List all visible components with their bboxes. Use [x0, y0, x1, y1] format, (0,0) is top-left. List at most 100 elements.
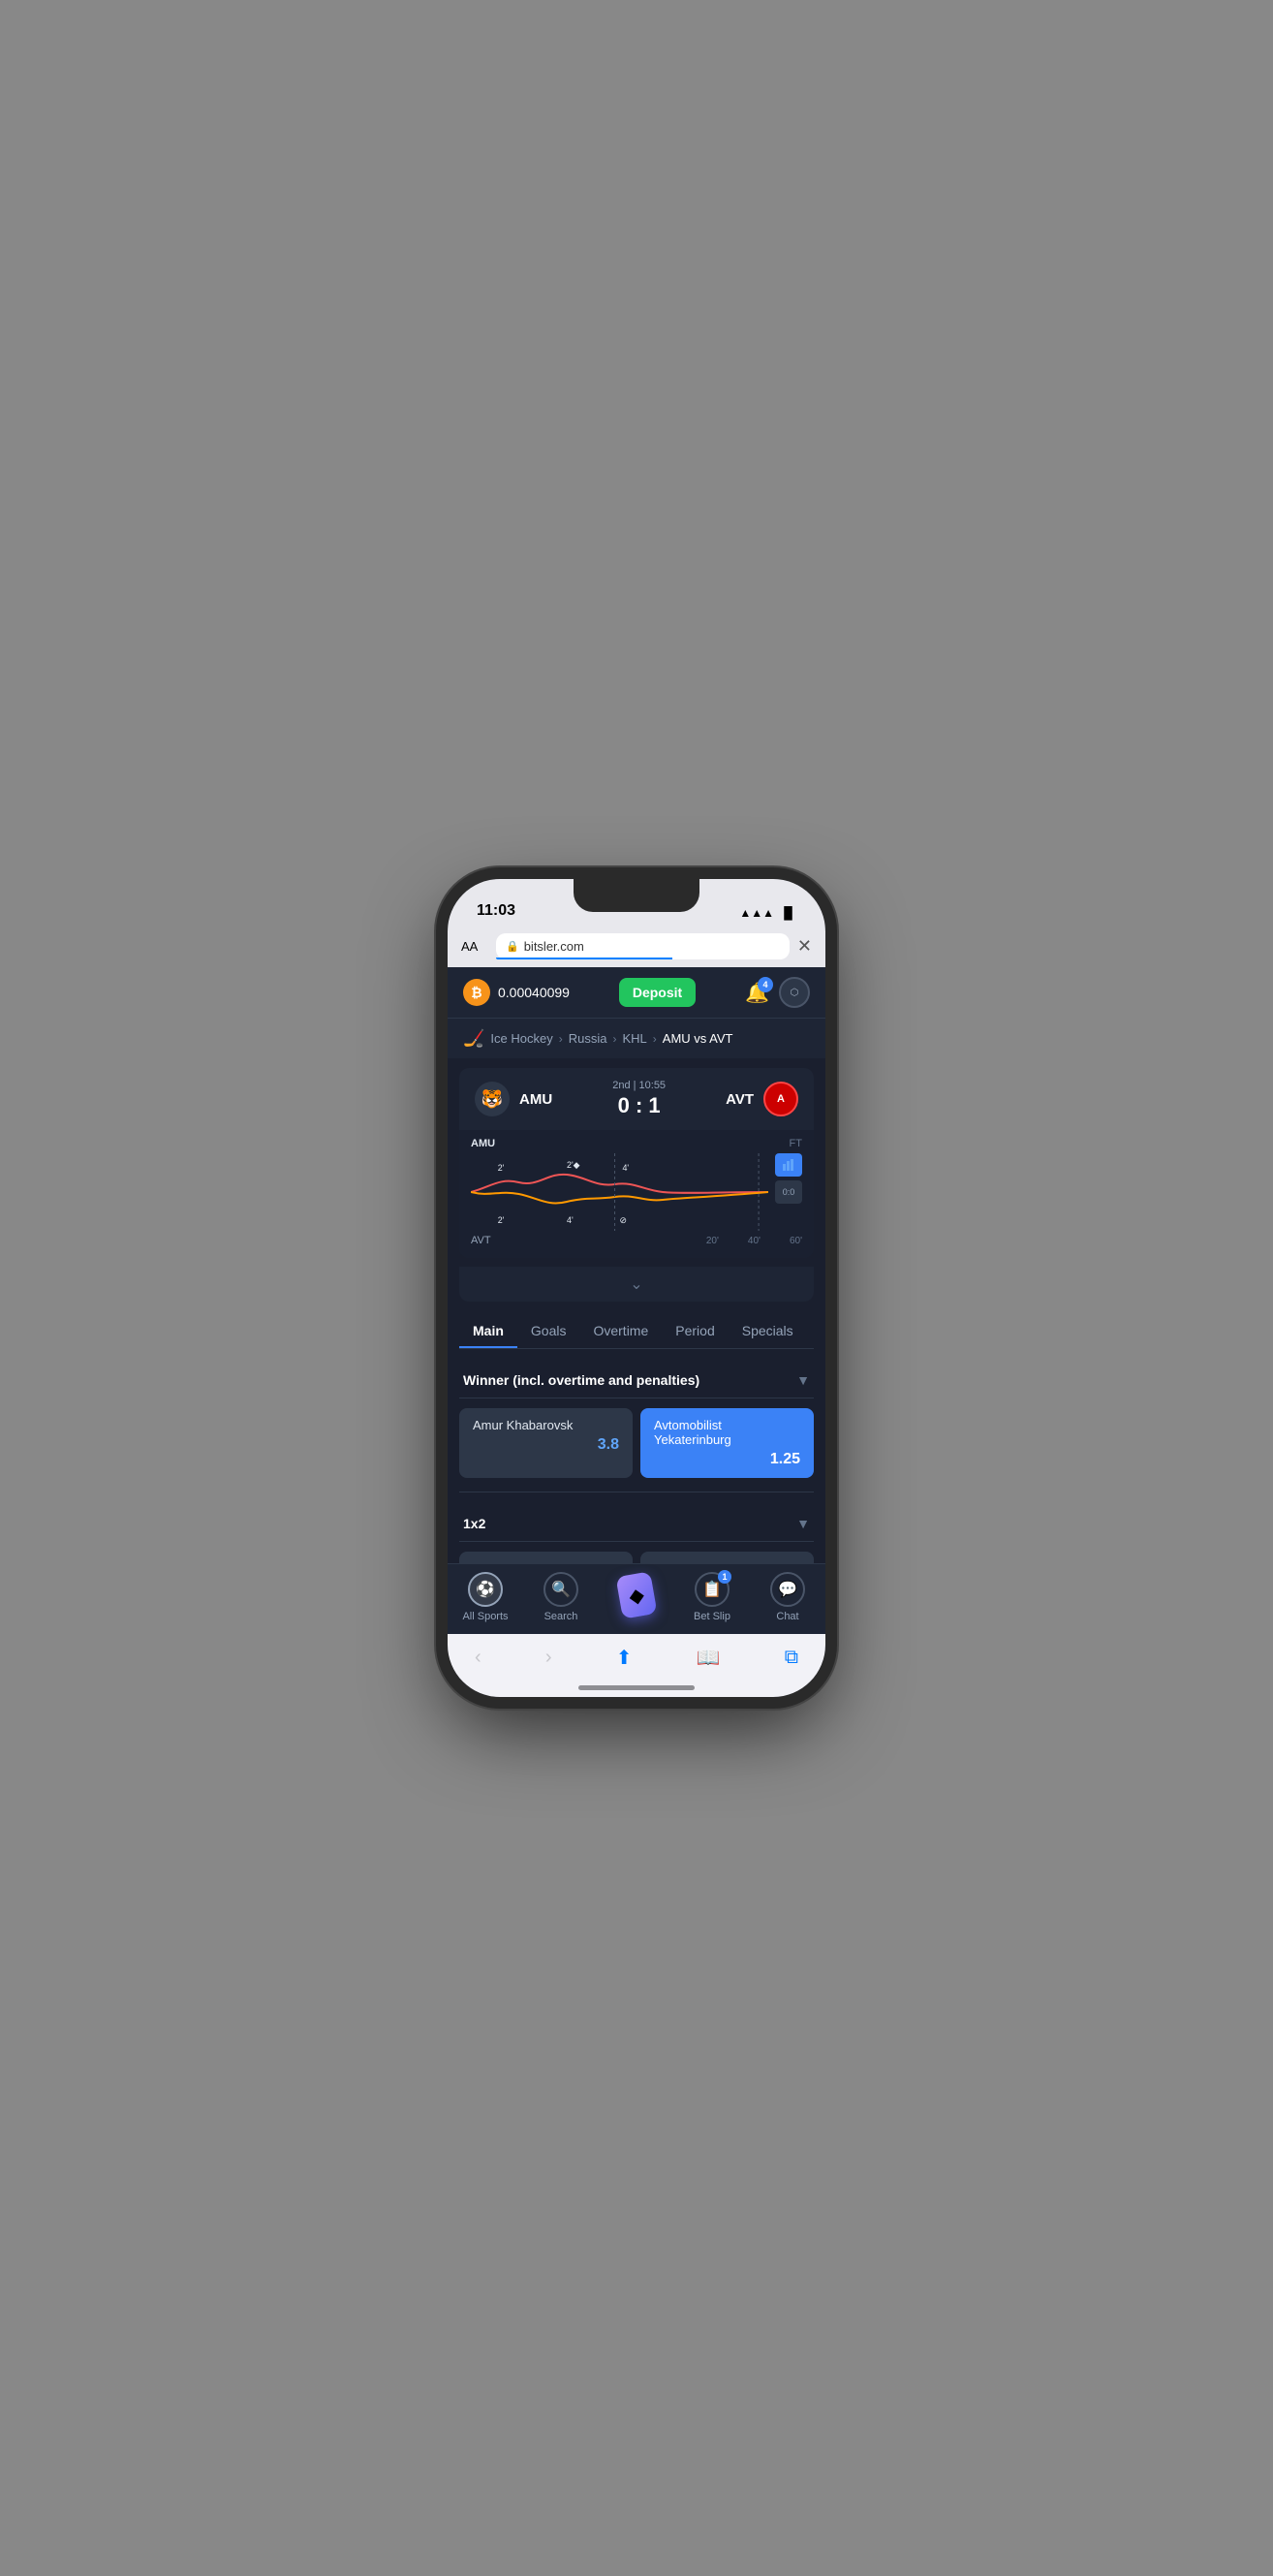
svg-text:4': 4'	[567, 1215, 574, 1225]
chart-time-40: 40'	[748, 1236, 761, 1246]
nav-all-sports[interactable]: ⚽ All Sports	[448, 1572, 523, 1622]
tabs-divider	[459, 1348, 814, 1349]
nav-icons: 🔔 4 ⬡	[745, 977, 810, 1008]
svg-text:2': 2'	[498, 1215, 505, 1225]
chart-bar-button[interactable]	[775, 1153, 802, 1177]
balance-area: ₿ 0.00040099	[463, 979, 570, 1006]
app-content: ₿ 0.00040099 Deposit 🔔 4 ⬡ 🏒 Ice Hockey …	[448, 967, 825, 1563]
tab-specials[interactable]: Specials	[729, 1315, 807, 1348]
center-icon-wrap: ◆	[619, 1578, 654, 1613]
tab-goals[interactable]: Goals	[517, 1315, 580, 1348]
breadcrumb-russia[interactable]: Russia	[569, 1031, 607, 1046]
wifi-icon: ▲▲▲	[739, 906, 774, 920]
team-home-name: AMU	[519, 1091, 552, 1108]
section-1x2-chevron[interactable]: ▼	[796, 1516, 810, 1531]
match-header: 🐯 AMU 2nd | 10:55 0 : 1 A AVT	[459, 1068, 814, 1130]
winner-away-odd: 1.25	[654, 1451, 800, 1468]
safari-share-button[interactable]: ⬆	[608, 1642, 640, 1674]
bet-slip-badge: 1	[718, 1570, 731, 1584]
top-nav: ₿ 0.00040099 Deposit 🔔 4 ⬡	[448, 967, 825, 1018]
search-label: Search	[544, 1611, 578, 1622]
home-indicator	[448, 1678, 825, 1697]
chart-score-button[interactable]: 0:0	[775, 1180, 802, 1204]
bell-wrapper[interactable]: 🔔 4	[745, 981, 769, 1005]
breadcrumb-match: AMU vs AVT	[663, 1031, 733, 1046]
chart-time-labels: 20' 40' 60'	[706, 1236, 802, 1246]
winner-home-name: Amur Khabarovsk	[473, 1418, 619, 1432]
battery-icon: ▐▌	[780, 906, 796, 920]
nav-center[interactable]: ◆	[599, 1578, 674, 1617]
chat-icon: 💬	[770, 1572, 805, 1607]
breadcrumb-khl[interactable]: KHL	[622, 1031, 646, 1046]
team-away-name: AVT	[726, 1091, 754, 1108]
chart-area: AMU FT	[459, 1130, 814, 1258]
breadcrumb-ice-hockey[interactable]: Ice Hockey	[490, 1031, 552, 1046]
notification-badge: 4	[758, 977, 773, 992]
section-winner-header: Winner (incl. overtime and penalties) ▼	[459, 1363, 814, 1398]
url-bar[interactable]: 🔒 bitsler.com	[496, 933, 790, 959]
match-score: 0 : 1	[612, 1093, 666, 1118]
safari-bookmarks-button[interactable]: 📖	[689, 1642, 729, 1674]
tab-main[interactable]: Main	[459, 1315, 517, 1348]
avatar[interactable]: ⬡	[779, 977, 810, 1008]
balance-amount: 0.00040099	[498, 985, 570, 1000]
match-card: 🐯 AMU 2nd | 10:55 0 : 1 A AVT AMU	[459, 1068, 814, 1258]
section-1x2: 1x2 ▼ Amur Khabarovsk 7.25 draw 3.95 Avt…	[448, 1506, 825, 1563]
chart-controls: 0:0	[775, 1153, 802, 1204]
phone-frame: 11:03 ▲▲▲ ▐▌ AA 🔒 bitsler.com ✕ ₿ 0.0004…	[448, 879, 825, 1697]
section-winner-title: Winner (incl. overtime and penalties)	[463, 1372, 699, 1388]
search-icon: 🔍	[543, 1572, 578, 1607]
chart-time-20: 20'	[706, 1236, 719, 1246]
svg-text:4': 4'	[622, 1163, 629, 1173]
chat-label: Chat	[776, 1611, 798, 1622]
1x2-option-home[interactable]: Amur Khabarovsk 7.25	[459, 1552, 633, 1563]
chart-labels: AMU FT	[471, 1138, 802, 1149]
winner-away-name: Avtomobilist Yekaterinburg	[654, 1418, 800, 1447]
section-winner-chevron[interactable]: ▼	[796, 1372, 810, 1388]
1x2-option-draw[interactable]: draw 3.95	[640, 1552, 814, 1563]
tab-period[interactable]: Period	[662, 1315, 728, 1348]
notch	[574, 879, 699, 912]
btc-symbol: ₿	[471, 985, 481, 1000]
bottom-nav: ⚽ All Sports 🔍 Search ◆ 📋 1 Bet Slip	[448, 1563, 825, 1634]
svg-text:⊘: ⊘	[620, 1215, 627, 1225]
match-center: 2nd | 10:55 0 : 1	[612, 1080, 666, 1118]
chart-ft-label: FT	[790, 1138, 802, 1149]
svg-text:2'◆: 2'◆	[567, 1160, 580, 1170]
safari-back-button[interactable]: ‹	[467, 1643, 489, 1673]
chart-time-60: 60'	[790, 1236, 802, 1246]
tab-overtime[interactable]: Overtime	[579, 1315, 662, 1348]
deposit-button[interactable]: Deposit	[619, 978, 696, 1007]
all-sports-icon-wrap: ⚽	[468, 1572, 503, 1607]
breadcrumb-sep-2: ›	[612, 1032, 616, 1046]
safari-forward-button[interactable]: ›	[538, 1643, 560, 1673]
ice-hockey-icon: 🏒	[463, 1028, 484, 1049]
close-tab-button[interactable]: ✕	[797, 936, 812, 957]
avt-text: A	[777, 1093, 785, 1105]
search-icon-wrap: 🔍	[543, 1572, 578, 1607]
betting-tabs: Main Goals Overtime Period Specials	[448, 1302, 825, 1348]
winner-option-home[interactable]: Amur Khabarovsk 3.8	[459, 1408, 633, 1478]
1x2-top-options: Amur Khabarovsk 7.25 draw 3.95	[459, 1552, 814, 1563]
url-text: bitsler.com	[524, 939, 584, 954]
nav-chat[interactable]: 💬 Chat	[750, 1572, 825, 1622]
match-period: 2nd | 10:55	[612, 1080, 666, 1091]
section-1x2-title: 1x2	[463, 1516, 485, 1531]
nav-search[interactable]: 🔍 Search	[523, 1572, 599, 1622]
font-size-control[interactable]: AA	[461, 939, 488, 954]
chart-away-label: AVT	[471, 1235, 491, 1246]
team-home: 🐯 AMU	[475, 1082, 552, 1116]
winner-option-away[interactable]: Avtomobilist Yekaterinburg 1.25	[640, 1408, 814, 1478]
team-away-logo: A	[763, 1082, 798, 1116]
bet-slip-label: Bet Slip	[694, 1611, 730, 1622]
status-time: 11:03	[477, 902, 515, 920]
lock-icon: 🔒	[506, 940, 519, 953]
breadcrumb: 🏒 Ice Hockey › Russia › KHL › AMU vs AVT	[448, 1018, 825, 1058]
chevron-down-icon: ⌄	[630, 1274, 642, 1294]
home-indicator-bar	[578, 1685, 695, 1690]
breadcrumb-sep-3: ›	[653, 1032, 657, 1046]
nav-bet-slip[interactable]: 📋 1 Bet Slip	[674, 1572, 750, 1622]
safari-tabs-button[interactable]: ⧉	[777, 1643, 806, 1673]
team-home-logo: 🐯	[475, 1082, 510, 1116]
expand-row[interactable]: ⌄	[459, 1267, 814, 1302]
